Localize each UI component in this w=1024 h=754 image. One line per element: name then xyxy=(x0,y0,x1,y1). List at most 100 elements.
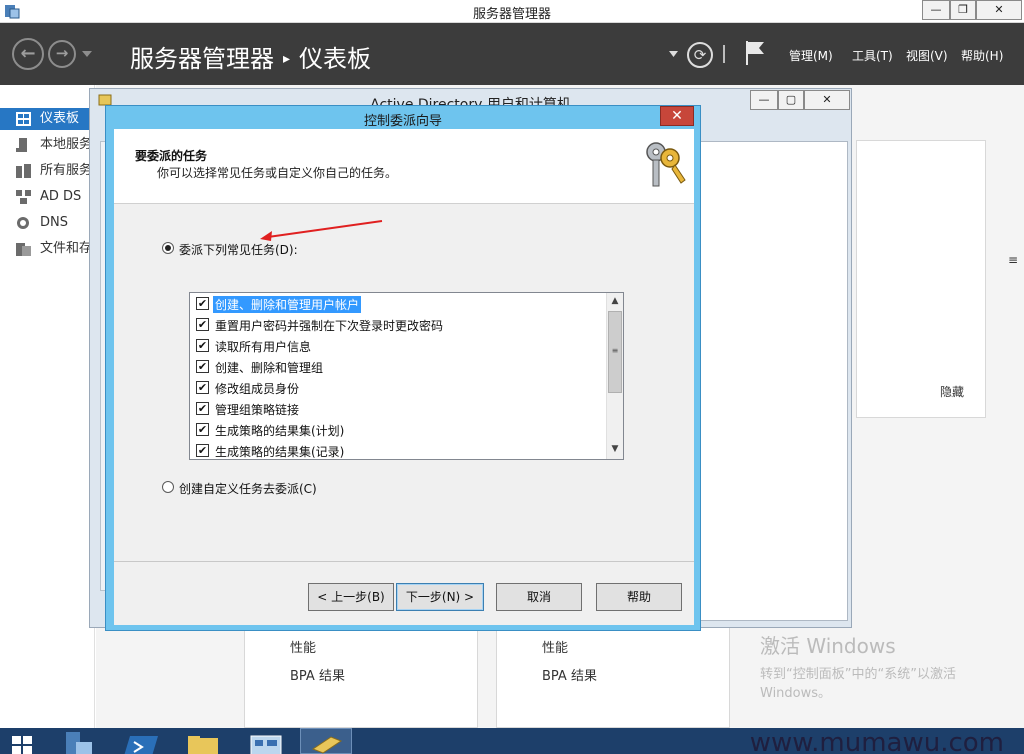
task-checkbox[interactable]: ✔ xyxy=(196,381,209,394)
back-button[interactable]: < 上一步(B) xyxy=(308,583,394,611)
menu-manage[interactable]: 管理(M) xyxy=(789,47,833,64)
notifications-flag-icon[interactable] xyxy=(744,40,766,66)
task-label[interactable]: 生成策略的结果集(记录) xyxy=(213,443,346,460)
ad-details-pane xyxy=(700,141,848,621)
header-divider xyxy=(723,45,725,63)
delegation-wizard-dialog: 控制委派向导 ✕ 要委派的任务 你可以选择常见任务或自定义你自己的任务。 委派下… xyxy=(105,105,701,631)
forward-icon[interactable]: → xyxy=(48,40,76,68)
task-label[interactable]: 修改组成员身份 xyxy=(213,380,301,397)
tile1-performance[interactable]: 性能 xyxy=(290,637,316,656)
tile2-bpa-results[interactable]: BPA 结果 xyxy=(542,665,597,684)
restore-button[interactable]: ❐ xyxy=(950,0,976,20)
file-explorer-taskbar-icon[interactable] xyxy=(180,730,224,754)
ad-minimize-button[interactable]: — xyxy=(750,90,778,110)
sidebar-item-label: DNS xyxy=(40,215,68,230)
list-item[interactable]: ✔ 生成策略的结果集(计划) xyxy=(194,419,604,439)
main-title-bar: 服务器管理器 — ❐ ✕ xyxy=(0,0,1024,23)
annotation-arrow-icon xyxy=(260,220,383,241)
server-manager-taskbar-icon[interactable] xyxy=(58,730,102,754)
back-icon[interactable]: ← xyxy=(12,38,44,70)
dashboard-icon xyxy=(16,112,31,126)
list-item[interactable]: ✔ 读取所有用户信息 xyxy=(194,335,604,355)
wizard-subheading: 你可以选择常见任务或自定义你自己的任务。 xyxy=(157,166,398,180)
sidebar-item-dashboard[interactable]: 仪表板 xyxy=(0,108,95,130)
task-checklist[interactable]: ✔ 创建、删除和管理用户帐户 ✔ 重置用户密码并强制在下次登录时更改密码 ✔ 读… xyxy=(189,292,624,460)
ad-taskbar-button[interactable] xyxy=(300,728,352,754)
menu-help[interactable]: 帮助(H) xyxy=(961,47,1003,64)
help-button[interactable]: 帮助 xyxy=(596,583,682,611)
sidebar-item-file-storage[interactable]: 文件和存储服务 xyxy=(0,238,95,260)
refresh-dropdown-icon[interactable] xyxy=(669,51,678,57)
sidebar-item-local-server[interactable]: 本地服务器 xyxy=(0,134,95,156)
task-list-scrollbar[interactable]: ▲ ≡ ▼ xyxy=(606,293,623,459)
history-dropdown-icon[interactable] xyxy=(82,51,92,57)
sidebar-item-dns[interactable]: DNS xyxy=(0,212,95,234)
task-checkbox[interactable]: ✔ xyxy=(196,297,209,310)
tile2-performance[interactable]: 性能 xyxy=(542,637,568,656)
list-item[interactable]: ✔ 创建、删除和管理组 xyxy=(194,356,604,376)
task-checkbox[interactable]: ✔ xyxy=(196,318,209,331)
ad-close-button[interactable]: ✕ xyxy=(804,90,850,110)
sidebar-item-all-servers[interactable]: 所有服务器 xyxy=(0,160,95,182)
breadcrumb-separator-icon: ▸ xyxy=(283,51,291,67)
radio-common-tasks[interactable] xyxy=(162,242,174,254)
activation-line2: 转到“控制面板”中的“系统”以激活 xyxy=(760,667,956,682)
list-item[interactable]: ✔ 生成策略的结果集(记录) xyxy=(194,440,604,460)
cancel-button[interactable]: 取消 xyxy=(496,583,582,611)
task-label[interactable]: 管理组策略链接 xyxy=(213,401,301,418)
breadcrumb: 服务器管理器 ▸ 仪表板 xyxy=(130,39,371,74)
wizard-close-button[interactable]: ✕ xyxy=(660,106,694,126)
next-button[interactable]: 下一步(N) > xyxy=(396,583,484,611)
task-label[interactable]: 创建、删除和管理组 xyxy=(213,359,325,376)
ad-restore-button[interactable]: ▢ xyxy=(778,90,804,110)
hide-link[interactable]: 隐藏 xyxy=(940,383,964,400)
menu-tools[interactable]: 工具(T) xyxy=(852,47,893,64)
task-checkbox[interactable]: ✔ xyxy=(196,339,209,352)
list-item[interactable]: ✔ 重置用户密码并强制在下次登录时更改密码 xyxy=(194,314,604,334)
radio-custom-task[interactable] xyxy=(162,481,174,493)
scroll-up-icon[interactable]: ▲ xyxy=(607,293,623,310)
server-tile-1[interactable]: 性能 BPA 结果 xyxy=(244,625,478,728)
sidebar-item-label: 文件和存储服务 xyxy=(40,241,95,256)
task-label[interactable]: 读取所有用户信息 xyxy=(213,338,313,355)
minimize-button[interactable]: — xyxy=(922,0,950,20)
dns-icon xyxy=(17,217,29,229)
sidebar-item-adds[interactable]: AD DS xyxy=(0,186,95,208)
site-watermark: www.mumawu.com xyxy=(749,728,1004,754)
main-window-title: 服务器管理器 xyxy=(472,7,551,22)
list-item[interactable]: ✔ 管理组策略链接 xyxy=(194,398,604,418)
breadcrumb-app[interactable]: 服务器管理器 xyxy=(130,45,274,73)
task-label[interactable]: 重置用户密码并强制在下次登录时更改密码 xyxy=(213,317,445,334)
close-button[interactable]: ✕ xyxy=(976,0,1022,20)
powershell-taskbar-icon[interactable] xyxy=(120,730,164,754)
list-item[interactable]: ✔ 创建、删除和管理用户帐户 xyxy=(194,293,604,313)
scroll-thumb[interactable]: ≡ xyxy=(608,311,622,393)
task-checkbox[interactable]: ✔ xyxy=(196,423,209,436)
scroll-down-icon[interactable]: ▼ xyxy=(607,441,623,458)
control-taskbar-icon[interactable] xyxy=(245,730,289,754)
sidebar-item-label: 仪表板 xyxy=(40,111,80,126)
task-checkbox[interactable]: ✔ xyxy=(196,360,209,373)
wizard-body: 要委派的任务 你可以选择常见任务或自定义你自己的任务。 委派下列常见任务(D):… xyxy=(114,129,694,625)
refresh-icon[interactable]: ⟳ xyxy=(687,42,713,68)
server-tile-2[interactable]: 性能 BPA 结果 xyxy=(496,625,730,728)
tile1-bpa-results[interactable]: BPA 结果 xyxy=(290,665,345,684)
sidebar-item-label: AD DS xyxy=(40,189,82,204)
footer-divider xyxy=(114,561,694,562)
taskbar: www.mumawu.com xyxy=(0,728,1024,754)
menu-view[interactable]: 视图(V) xyxy=(906,47,948,64)
sidebar: 仪表板 本地服务器 所有服务器 AD DS DNS 文件和存储服务 xyxy=(0,85,95,728)
wizard-title: 控制委派向导 xyxy=(363,114,442,129)
list-item[interactable]: ✔ 修改组成员身份 xyxy=(194,377,604,397)
breadcrumb-page: 仪表板 xyxy=(299,45,372,73)
task-checkbox[interactable]: ✔ xyxy=(196,402,209,415)
scroll-grip-icon: ≡ xyxy=(1008,253,1019,267)
radio-custom-task-label[interactable]: 创建自定义任务去委派(C) xyxy=(179,480,317,497)
adds-icon xyxy=(16,190,31,204)
task-label[interactable]: 创建、删除和管理用户帐户 xyxy=(213,296,362,313)
welcome-panel: 隐藏 xyxy=(856,140,986,418)
task-label[interactable]: 生成策略的结果集(计划) xyxy=(213,422,346,439)
task-checkbox[interactable]: ✔ xyxy=(196,444,209,457)
start-windows-icon[interactable] xyxy=(0,730,44,754)
server-icon xyxy=(16,138,27,152)
